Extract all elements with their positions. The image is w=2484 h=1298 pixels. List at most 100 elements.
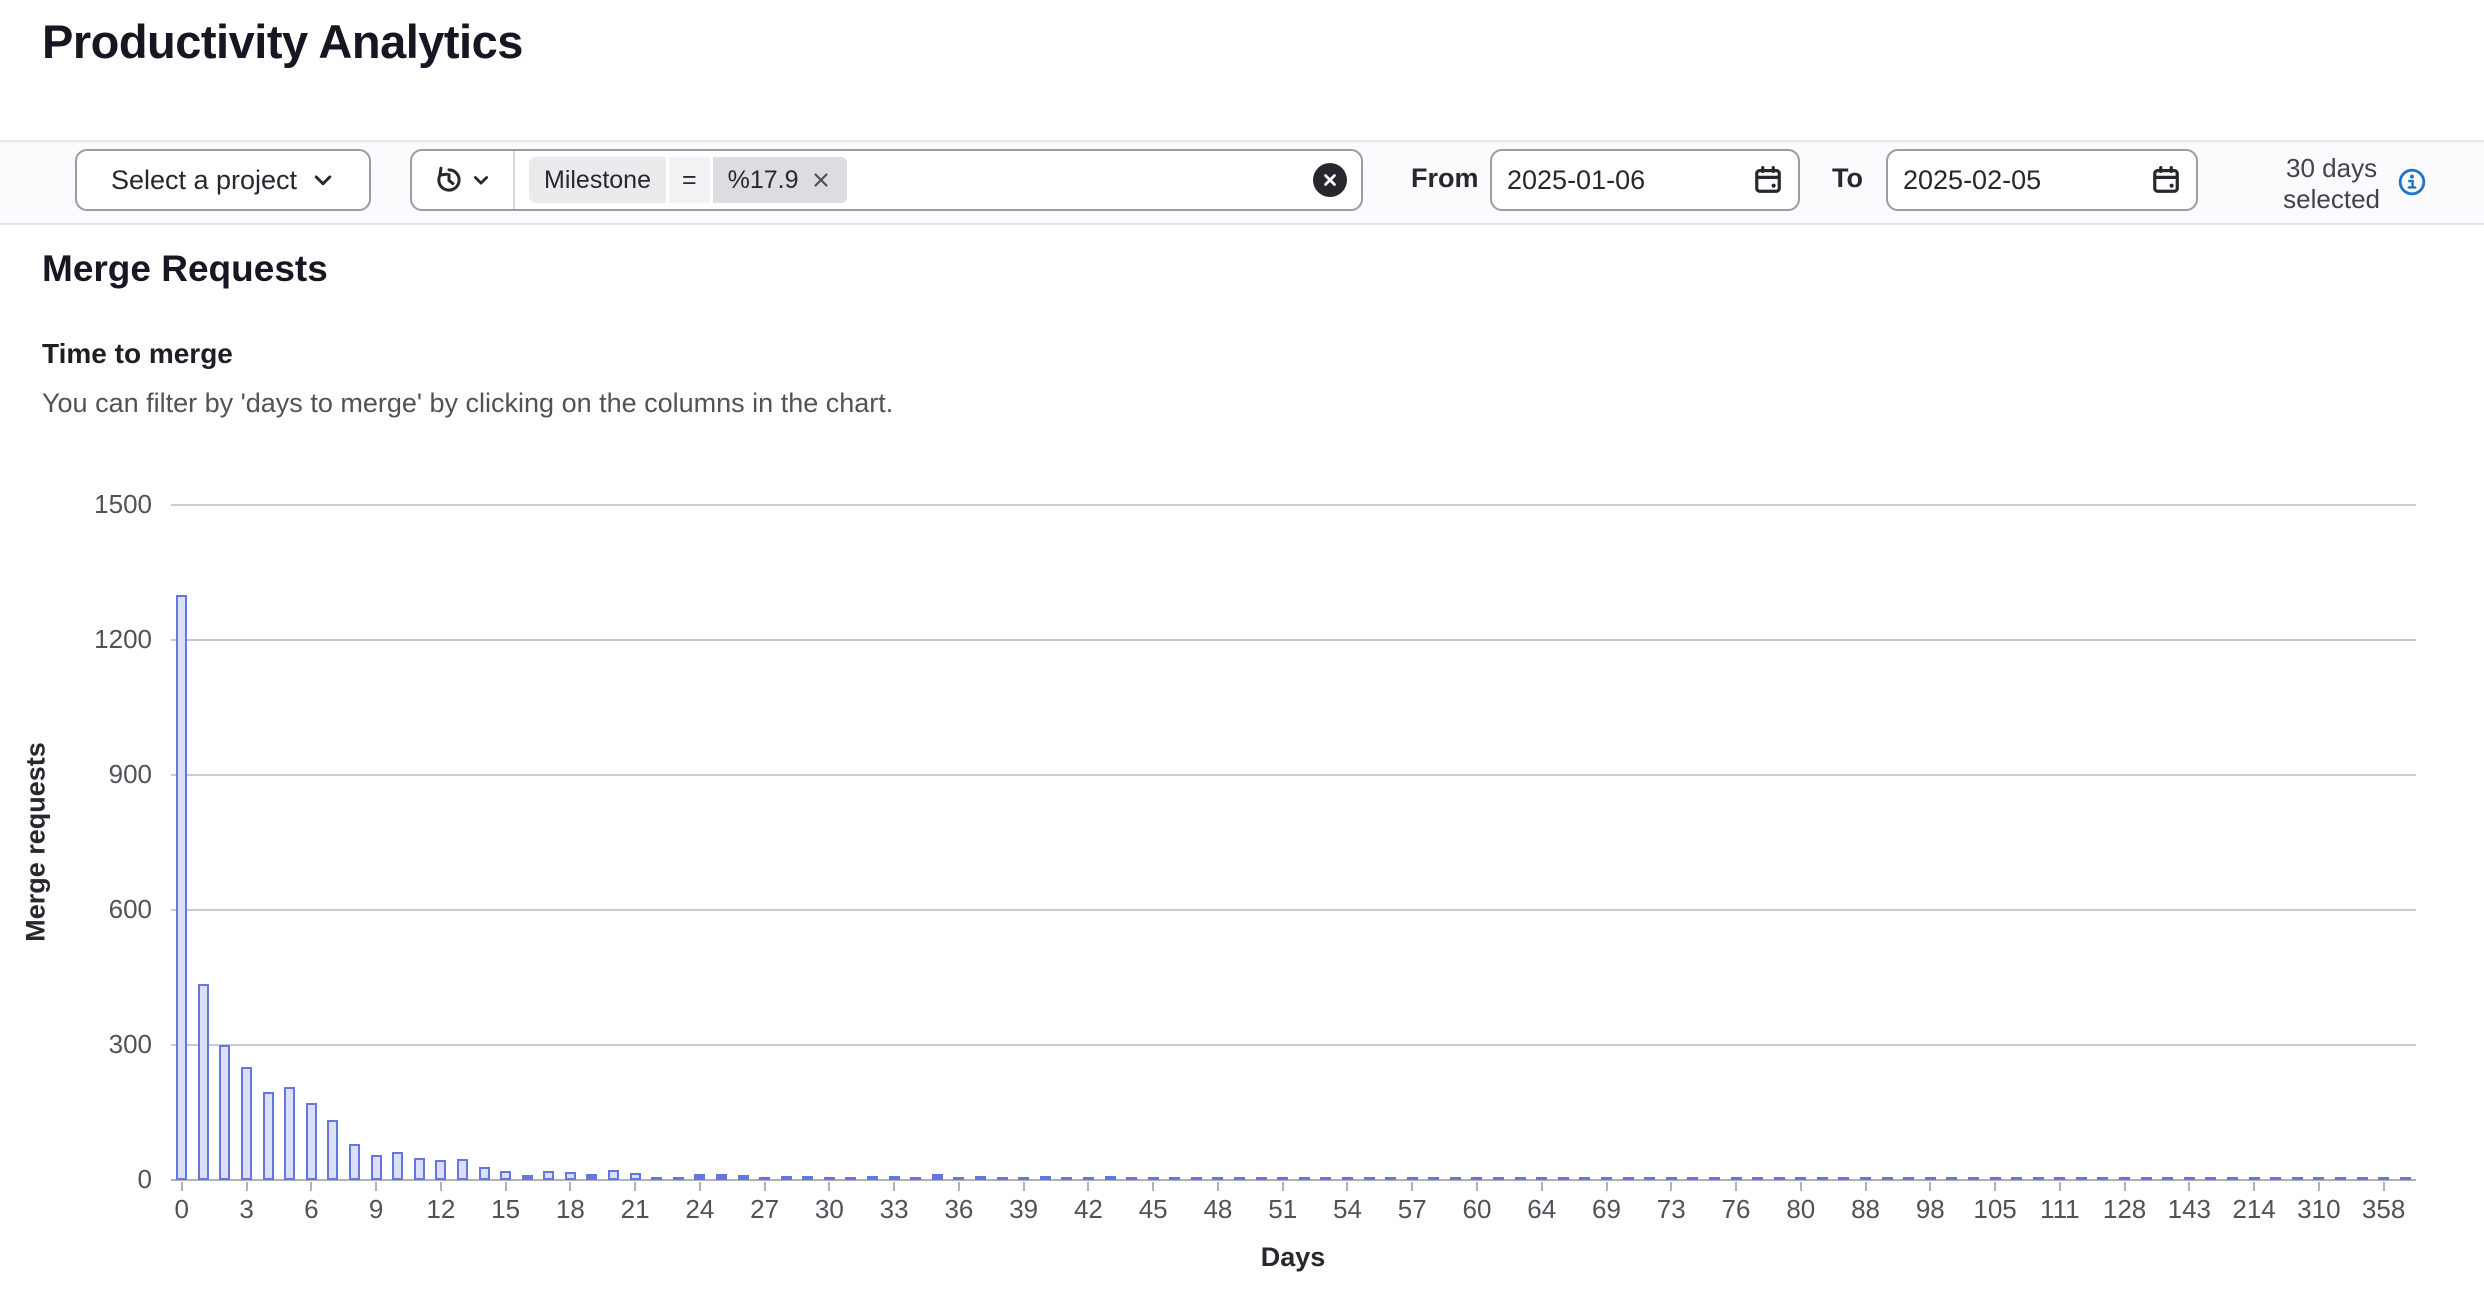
chart-bar[interactable]: [1968, 1177, 1979, 1180]
chart-bar[interactable]: [781, 1176, 792, 1180]
chart-bar[interactable]: [1105, 1176, 1116, 1180]
chart-bar[interactable]: [1990, 1177, 2001, 1180]
chart-bar[interactable]: [608, 1170, 619, 1180]
chart-bar[interactable]: [1752, 1177, 1763, 1180]
chart-bar[interactable]: [349, 1144, 360, 1180]
chart-bar[interactable]: [1838, 1177, 1849, 1180]
chart-bar[interactable]: [1579, 1177, 1590, 1180]
chart-bar[interactable]: [2162, 1177, 2173, 1180]
info-icon[interactable]: [2397, 167, 2427, 197]
chart-bar[interactable]: [1558, 1177, 1569, 1180]
chart-bar[interactable]: [1450, 1177, 1461, 1180]
chart-bar[interactable]: [1256, 1177, 1267, 1180]
chart-bar[interactable]: [2033, 1177, 2044, 1180]
project-select-button[interactable]: Select a project: [75, 149, 371, 211]
chart-bar[interactable]: [867, 1176, 878, 1180]
chart-bar[interactable]: [500, 1171, 511, 1180]
chart-bar[interactable]: [2205, 1177, 2216, 1180]
chart-bar[interactable]: [2292, 1177, 2303, 1180]
chart-bar[interactable]: [1061, 1177, 1072, 1180]
chart-bar[interactable]: [759, 1177, 770, 1180]
chart-bar[interactable]: [479, 1167, 490, 1180]
chart-bar[interactable]: [845, 1177, 856, 1180]
chart-bar[interactable]: [824, 1177, 835, 1180]
close-icon[interactable]: [810, 169, 832, 191]
chart-bar[interactable]: [2076, 1177, 2087, 1180]
chart-bar[interactable]: [2400, 1177, 2411, 1180]
chart-bar[interactable]: [1666, 1177, 1677, 1180]
chart-bar[interactable]: [953, 1177, 964, 1180]
chart-bar[interactable]: [2335, 1177, 2346, 1180]
chart-bar[interactable]: [435, 1160, 446, 1180]
from-date-input[interactable]: 2025-01-06: [1490, 149, 1800, 211]
chart-bar[interactable]: [327, 1120, 338, 1180]
chart-bar[interactable]: [176, 595, 187, 1180]
chart-bar[interactable]: [1731, 1177, 1742, 1180]
chart-bar[interactable]: [457, 1159, 468, 1180]
chart-bar[interactable]: [263, 1092, 274, 1180]
to-date-input[interactable]: 2025-02-05: [1886, 149, 2198, 211]
chart-bar[interactable]: [1083, 1177, 1094, 1180]
chart-bar[interactable]: [586, 1174, 597, 1180]
chart-bar[interactable]: [1471, 1177, 1482, 1180]
chart-bar[interactable]: [522, 1175, 533, 1180]
chart-bar[interactable]: [1795, 1177, 1806, 1180]
chart-bar[interactable]: [565, 1172, 576, 1180]
chart-bar[interactable]: [1860, 1177, 1871, 1180]
chart-bar[interactable]: [1515, 1177, 1526, 1180]
chart-bar[interactable]: [932, 1174, 943, 1180]
chart-bar[interactable]: [2378, 1177, 2389, 1180]
chart-bar[interactable]: [1342, 1177, 1353, 1180]
chart-bar[interactable]: [1407, 1177, 1418, 1180]
chart-bar[interactable]: [1709, 1177, 1720, 1180]
chart-bar[interactable]: [738, 1175, 749, 1180]
chart-bar[interactable]: [2313, 1177, 2324, 1180]
chart-bar[interactable]: [198, 984, 209, 1180]
chart-bar[interactable]: [673, 1177, 684, 1180]
chart-bar[interactable]: [1212, 1177, 1223, 1180]
chart-bar[interactable]: [2054, 1177, 2065, 1180]
chart-bar[interactable]: [1903, 1177, 1914, 1180]
search-clear-button[interactable]: [1313, 163, 1347, 197]
chart-bar[interactable]: [889, 1176, 900, 1180]
chart-bar[interactable]: [1774, 1177, 1785, 1180]
chart-bar[interactable]: [371, 1155, 382, 1180]
chart-bar[interactable]: [2184, 1177, 2195, 1180]
chart-bar[interactable]: [1623, 1177, 1634, 1180]
chart-bar[interactable]: [1428, 1177, 1439, 1180]
chart-bar[interactable]: [716, 1174, 727, 1180]
chart-bar[interactable]: [2141, 1177, 2152, 1180]
chart-bar[interactable]: [1040, 1176, 1051, 1180]
chart-bar[interactable]: [306, 1103, 317, 1180]
chart-bar[interactable]: [414, 1158, 425, 1180]
chart-bar[interactable]: [1925, 1177, 1936, 1180]
chart-bar[interactable]: [1234, 1177, 1245, 1180]
chart-bar[interactable]: [1018, 1177, 1029, 1180]
filtered-search-bar[interactable]: Milestone = %17.9: [410, 149, 1363, 211]
chart-bar[interactable]: [1536, 1177, 1547, 1180]
chart-bar[interactable]: [2097, 1177, 2108, 1180]
chart-bar[interactable]: [975, 1176, 986, 1180]
chart-bar[interactable]: [997, 1177, 1008, 1180]
chart-bar[interactable]: [1126, 1177, 1137, 1180]
chart-bar[interactable]: [802, 1176, 813, 1180]
chart-bar[interactable]: [2357, 1177, 2368, 1180]
chart-bar[interactable]: [910, 1177, 921, 1180]
chart-bar[interactable]: [241, 1067, 252, 1180]
chart-bar[interactable]: [543, 1171, 554, 1180]
chart-bar[interactable]: [2249, 1177, 2260, 1180]
chart-bar[interactable]: [1364, 1177, 1375, 1180]
chart-bar[interactable]: [630, 1173, 641, 1180]
chart-bar[interactable]: [1277, 1177, 1288, 1180]
chart-bar[interactable]: [1946, 1177, 1957, 1180]
chart-bar[interactable]: [219, 1045, 230, 1180]
search-input-area[interactable]: Milestone = %17.9: [515, 151, 1361, 209]
chart-bar[interactable]: [1601, 1177, 1612, 1180]
chart-bar[interactable]: [1148, 1177, 1159, 1180]
chart-bar[interactable]: [651, 1177, 662, 1180]
search-history-button[interactable]: [412, 151, 515, 209]
chart-bar[interactable]: [1687, 1177, 1698, 1180]
filter-token[interactable]: Milestone = %17.9: [529, 157, 847, 203]
chart-bar[interactable]: [1817, 1177, 1828, 1180]
chart-bar[interactable]: [1299, 1177, 1310, 1180]
